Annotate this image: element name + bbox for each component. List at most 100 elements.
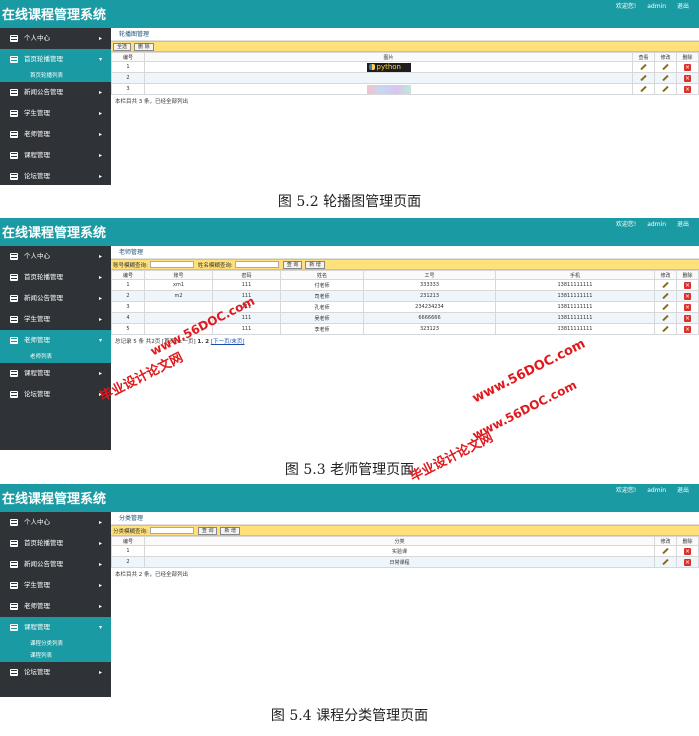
app-title: 在线课程管理系统 — [2, 492, 107, 507]
welcome-text: 欢迎您! — [615, 487, 637, 494]
name-search-label: 姓名模糊查询: — [197, 262, 233, 269]
chevron-right-icon: ▸ — [98, 131, 102, 138]
nav-personal-center[interactable]: 个人中心 ▸ — [0, 512, 111, 533]
nav-course-management[interactable]: 课程管理 ▸ — [0, 145, 111, 166]
nav-carousel-management[interactable]: 首页轮播管理 ▸ — [0, 533, 111, 554]
menu-icon — [10, 295, 18, 302]
edit-button[interactable] — [654, 72, 677, 84]
nav-sub-carousel-list[interactable]: 首页轮播列表 — [0, 70, 111, 82]
nav-sub-category-list[interactable]: 课程分类列表 — [0, 638, 111, 650]
delete-row-button[interactable]: × — [676, 323, 699, 335]
delete-row-button[interactable]: × — [676, 556, 699, 568]
header-edit: 修改 — [654, 270, 677, 280]
chevron-right-icon: ▸ — [98, 540, 102, 547]
delete-row-button[interactable]: × — [676, 312, 699, 324]
view-button[interactable] — [632, 61, 655, 73]
select-all-button[interactable]: 全选 — [113, 42, 132, 51]
sidebar: 个人中心 ▸ 首页轮播管理 ▸ 新闻公告管理 ▸ 学生管理 ▸ 老师管理 ▸ 课程管理 ▾ … — [0, 512, 111, 697]
chevron-right-icon: ▸ — [98, 295, 102, 302]
logout-link[interactable]: 退出 — [677, 3, 689, 10]
delete-row-button[interactable]: × — [676, 301, 699, 313]
edit-button[interactable] — [654, 323, 677, 335]
header-view: 查看 — [632, 52, 655, 62]
username-link[interactable]: admin — [647, 487, 666, 494]
pager-pages[interactable]: 1. 2 — [197, 339, 209, 345]
nav-forum-management[interactable]: 论坛管理 ▸ — [0, 166, 111, 185]
nav-teacher-management[interactable]: 老师管理 ▾ — [0, 330, 111, 351]
menu-icon — [10, 173, 18, 180]
nav-news-management[interactable]: 新闻公告管理 ▸ — [0, 554, 111, 575]
edit-button[interactable] — [654, 279, 677, 291]
user-bar: 欢迎您! admin 退出 — [607, 219, 689, 228]
delete-row-button[interactable]: × — [676, 83, 699, 95]
view-button[interactable] — [632, 83, 655, 95]
username-link[interactable]: admin — [647, 221, 666, 228]
nav-sub-teacher-list[interactable]: 老师列表 — [0, 351, 111, 363]
add-button[interactable]: 新 增 — [305, 260, 325, 269]
edit-button[interactable] — [654, 290, 677, 302]
add-button[interactable]: 新 增 — [220, 526, 241, 535]
search-button[interactable]: 查 询 — [282, 260, 303, 269]
python-logo-image: python — [366, 62, 411, 72]
nav-carousel-management[interactable]: 首页轮播管理 ▸ — [0, 267, 111, 288]
edit-button[interactable] — [654, 545, 677, 557]
nav-sub-course-list[interactable]: 课程列表 — [0, 650, 111, 662]
main-content: 分类管理 分类模糊查询: 查 询 新 增 编号 分类 修改 删除 1 实验课 ×… — [111, 512, 699, 697]
name-search-input[interactable] — [234, 261, 279, 268]
app-title: 在线课程管理系统 — [2, 226, 107, 241]
logout-link[interactable]: 退出 — [677, 487, 689, 494]
pencil-icon — [662, 85, 669, 92]
welcome-text: 欢迎您! — [615, 221, 637, 228]
edit-button[interactable] — [654, 556, 677, 568]
nav-personal-center[interactable]: 个人中心 ▸ — [0, 28, 111, 49]
nav-teacher-management[interactable]: 老师管理 ▸ — [0, 124, 111, 145]
nav-news-management[interactable]: 新闻公告管理 ▸ — [0, 82, 111, 103]
delete-icon: × — [684, 314, 691, 322]
edit-button[interactable] — [654, 312, 677, 324]
delete-row-button[interactable]: × — [676, 61, 699, 73]
header-delete: 删除 — [676, 52, 699, 62]
search-toolbar: 账号模糊查询: 姓名模糊查询: 查 询 新 增 — [111, 259, 699, 270]
nav-student-management[interactable]: 学生管理 ▸ — [0, 575, 111, 596]
delete-row-button[interactable]: × — [676, 545, 699, 557]
nav-carousel-management[interactable]: 首页轮播管理 ▾ — [0, 49, 111, 70]
logout-link[interactable]: 退出 — [677, 221, 689, 228]
nav-forum-management[interactable]: 论坛管理 ▸ — [0, 662, 111, 683]
pencil-icon — [662, 325, 669, 332]
nav-news-management[interactable]: 新闻公告管理 ▸ — [0, 288, 111, 309]
username-link[interactable]: admin — [647, 3, 666, 10]
delete-row-button[interactable]: × — [676, 279, 699, 291]
account-search-input[interactable] — [149, 261, 194, 268]
menu-icon — [10, 316, 18, 323]
category-search-input[interactable] — [149, 527, 194, 534]
edit-button[interactable] — [654, 83, 677, 95]
delete-row-button[interactable]: × — [676, 290, 699, 302]
pager-next-last[interactable]: [下一页/末页] — [211, 339, 245, 345]
nav-course-management[interactable]: 课程管理 ▸ — [0, 363, 111, 384]
nav-course-management[interactable]: 课程管理 ▾ — [0, 617, 111, 638]
nav-student-management[interactable]: 学生管理 ▸ — [0, 103, 111, 124]
header-id: 编号 — [111, 270, 145, 280]
pencil-icon — [640, 63, 647, 70]
nav-teacher-management[interactable]: 老师管理 ▸ — [0, 596, 111, 617]
header-edit: 修改 — [654, 536, 677, 546]
category-table: 编号 分类 修改 删除 1 实验课 × 2 日常课程 × — [111, 536, 699, 568]
nav-forum-management[interactable]: 论坛管理 ▸ — [0, 384, 111, 405]
nav-student-management[interactable]: 学生管理 ▸ — [0, 309, 111, 330]
nav-submenu: 课程分类列表 课程列表 — [0, 638, 111, 662]
cell-account: m2 — [144, 290, 213, 302]
edit-button[interactable] — [654, 301, 677, 313]
delete-button[interactable]: 删 除 — [134, 42, 154, 51]
nav-personal-center[interactable]: 个人中心 ▸ — [0, 246, 111, 267]
search-button[interactable]: 查 询 — [197, 526, 218, 535]
edit-button[interactable] — [654, 61, 677, 73]
cell-category: 日常课程 — [144, 556, 655, 568]
table-row: 1 xm1 111 付老师 333333 13811111111 × — [111, 279, 699, 291]
table-row: 3 111 孔老师 234234234 13811111111 × — [111, 301, 699, 313]
screenshot-teacher-management: 在线课程管理系统 欢迎您! admin 退出 个人中心 ▸ 首页轮播管理 ▸ 新闻公… — [0, 218, 699, 450]
delete-row-button[interactable]: × — [676, 72, 699, 84]
user-bar: 欢迎您! admin 退出 — [607, 485, 689, 494]
header-delete: 删除 — [676, 270, 699, 280]
search-toolbar: 分类模糊查询: 查 询 新 增 — [111, 525, 699, 536]
view-button[interactable] — [632, 72, 655, 84]
